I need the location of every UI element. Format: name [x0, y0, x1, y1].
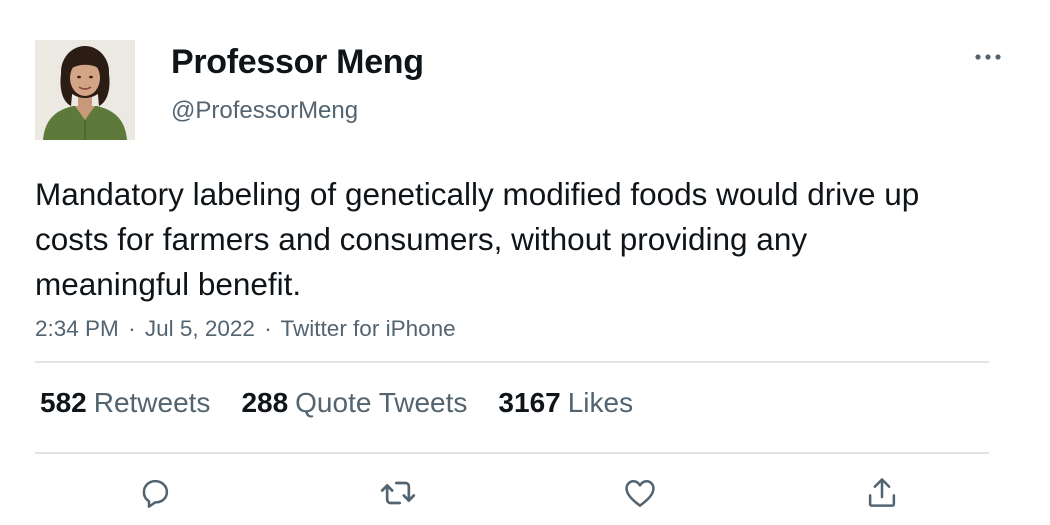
likes-count: 3167 — [498, 387, 561, 418]
more-horizontal-icon — [974, 48, 1002, 66]
meta-separator: · — [128, 316, 136, 341]
author-name[interactable]: Professor Meng — [171, 43, 424, 82]
tweet-meta: 2:34 PM · Jul 5, 2022 · Twitter for iPho… — [35, 316, 456, 342]
action-bar — [0, 470, 1050, 520]
retweet-button[interactable] — [373, 470, 423, 520]
reply-button[interactable] — [130, 470, 180, 520]
more-button[interactable] — [968, 42, 1008, 72]
reply-icon — [136, 474, 174, 517]
quote-tweets-stat[interactable]: 288 Quote Tweets — [241, 387, 467, 419]
retweets-count: 582 — [40, 387, 87, 418]
tweet-time[interactable]: 2:34 PM — [35, 316, 119, 341]
heart-icon — [621, 474, 659, 517]
likes-label: Likes — [567, 387, 634, 418]
meta-separator: · — [264, 316, 272, 341]
share-icon — [863, 474, 901, 517]
tweet-text: Mandatory labeling of genetically modifi… — [35, 176, 920, 302]
likes-stat[interactable]: 3167 Likes — [498, 387, 633, 419]
tweet-stats: 582 Retweets 288 Quote Tweets 3167 Likes — [40, 387, 633, 419]
quote-tweets-count: 288 — [241, 387, 289, 418]
share-button[interactable] — [857, 470, 907, 520]
retweets-label: Retweets — [93, 387, 211, 418]
quote-tweets-label: Quote Tweets — [295, 387, 468, 418]
tweet-source[interactable]: Twitter for iPhone — [281, 316, 456, 341]
retweet-icon — [378, 473, 418, 518]
avatar[interactable] — [35, 40, 135, 140]
like-button[interactable] — [615, 470, 665, 520]
divider — [35, 452, 989, 454]
tweet-date[interactable]: Jul 5, 2022 — [145, 316, 255, 341]
retweets-stat[interactable]: 582 Retweets — [40, 387, 210, 419]
author-handle[interactable]: @ProfessorMeng — [171, 97, 358, 125]
divider — [35, 361, 989, 363]
